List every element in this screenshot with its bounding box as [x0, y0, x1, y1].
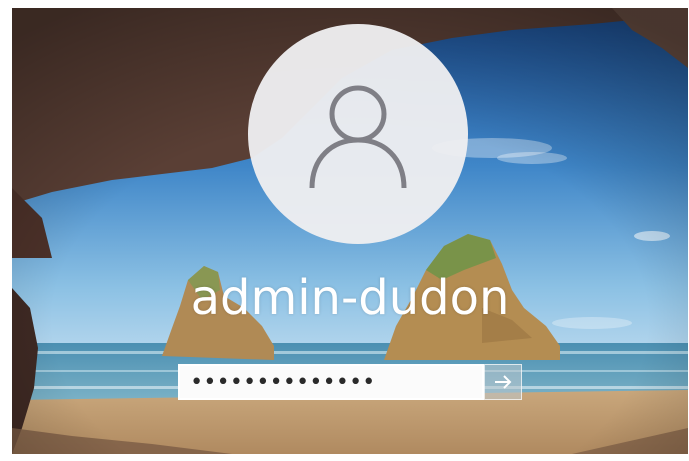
lock-screen: admin-dudon •••••••••••••• — [12, 8, 688, 454]
password-row: •••••••••••••• — [178, 364, 522, 400]
submit-button[interactable] — [484, 364, 522, 400]
arrow-right-icon — [495, 375, 512, 389]
user-avatar — [248, 24, 468, 244]
password-field[interactable]: •••••••••••••• — [178, 364, 484, 400]
user-silhouette-icon — [309, 85, 407, 189]
username-label: admin-dudon — [190, 270, 510, 326]
